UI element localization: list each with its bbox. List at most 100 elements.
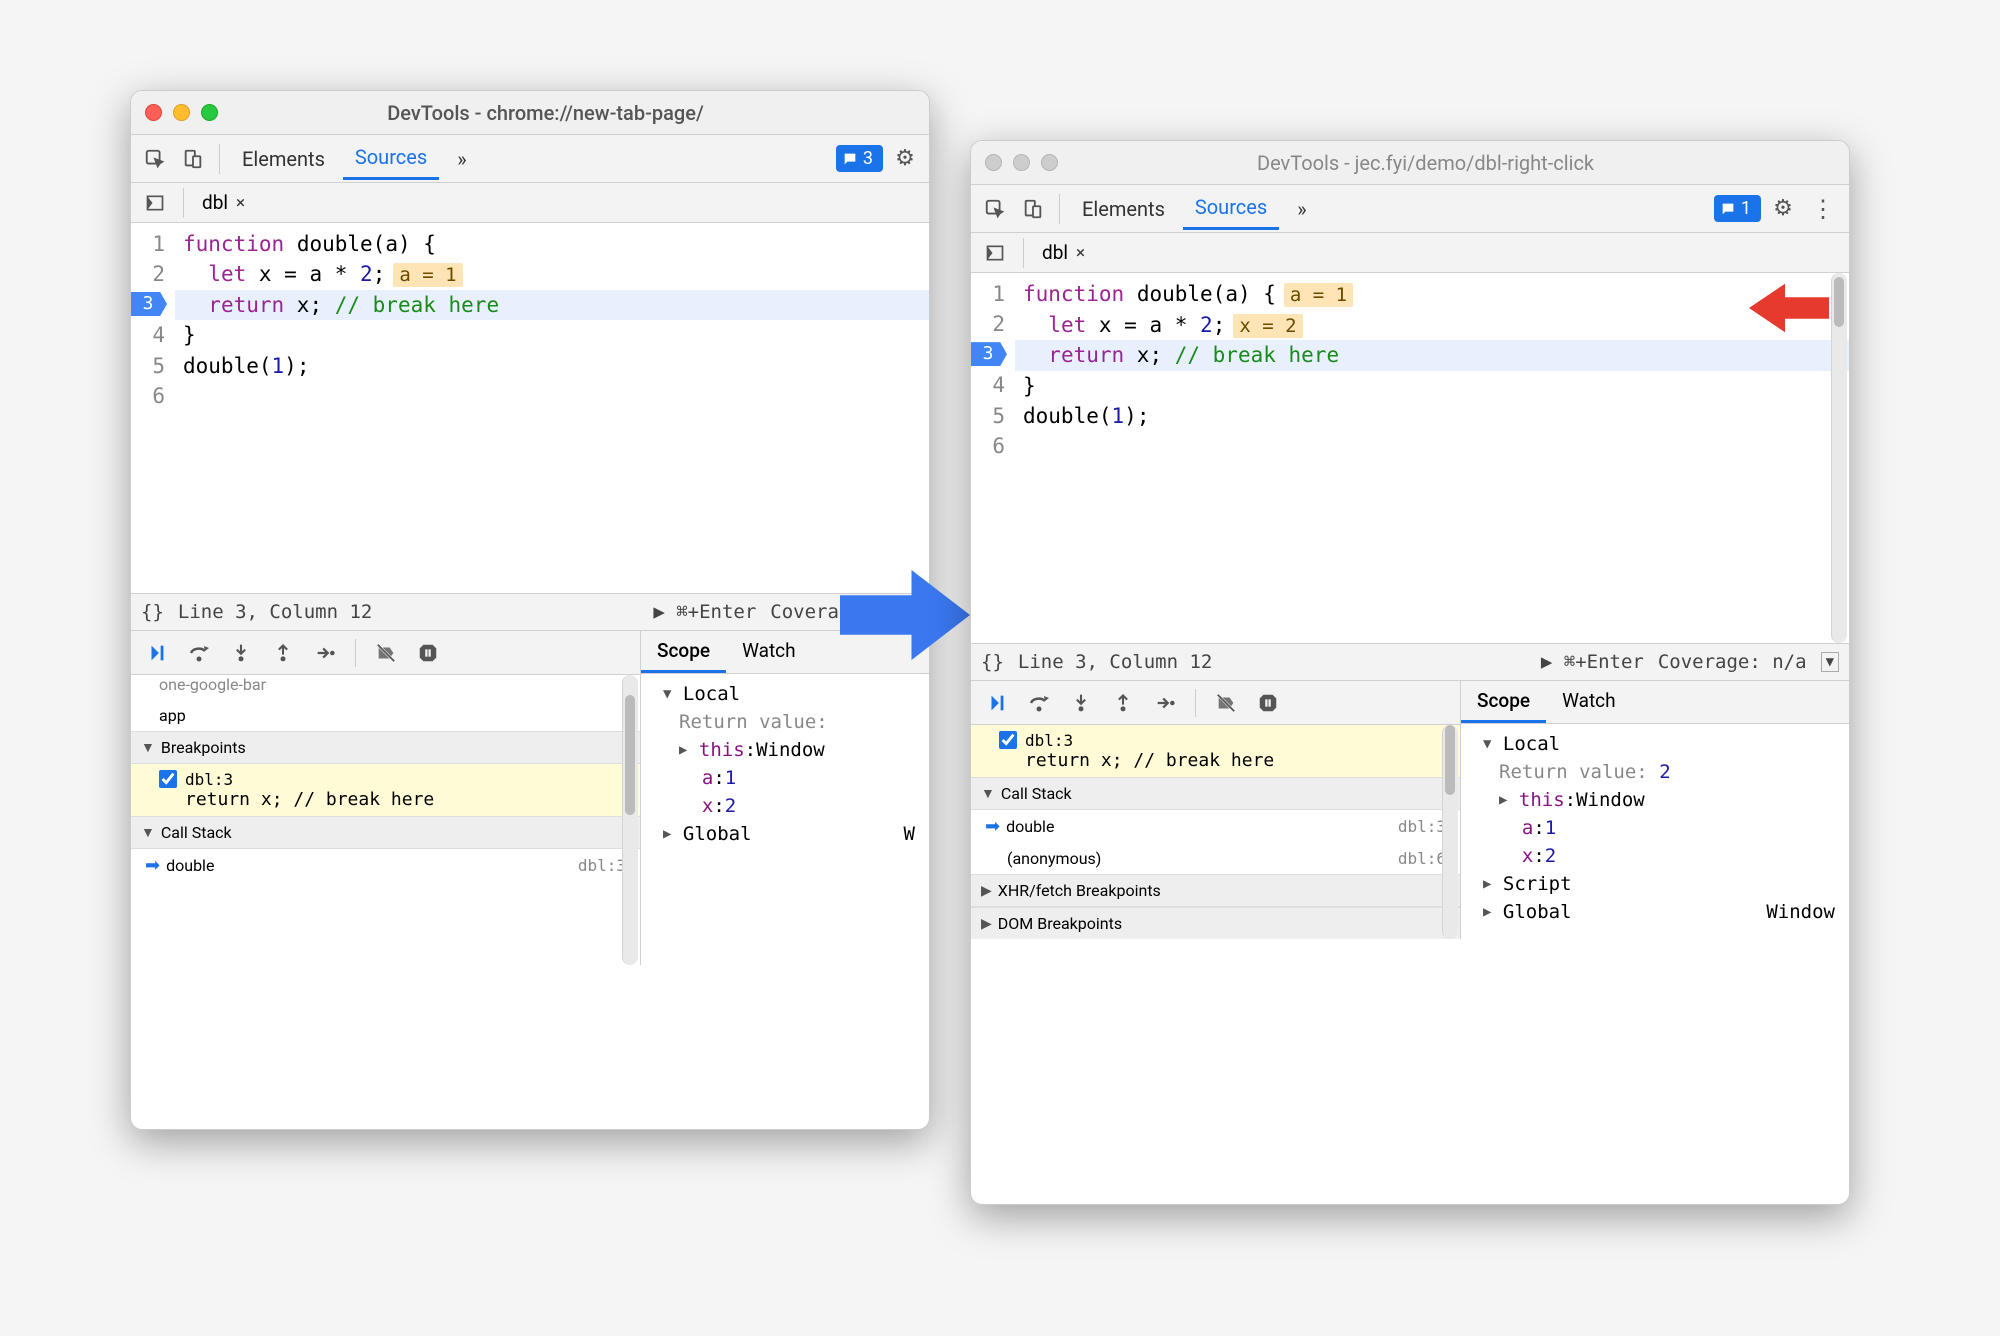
scope-local[interactable]: ▼ Local: [1465, 730, 1845, 758]
scope-this[interactable]: ▶ this: Window: [645, 736, 925, 764]
expand-icon[interactable]: ▼: [1821, 652, 1839, 672]
file-tab-dbl[interactable]: dbl ×: [196, 187, 251, 218]
callstack-header[interactable]: ▼ Call Stack: [131, 816, 640, 849]
code-editor[interactable]: 123456 function double(a) {a = 1 let x =…: [971, 273, 1849, 643]
tab-watch[interactable]: Watch: [726, 631, 812, 673]
window-title: DevTools - chrome://new-tab-page/: [236, 101, 915, 125]
tab-elements[interactable]: Elements: [1070, 189, 1177, 229]
chevron-right-icon: ▶: [1483, 876, 1491, 892]
deactivate-breakpoints-icon[interactable]: [1212, 689, 1240, 717]
inspect-icon[interactable]: [979, 193, 1011, 225]
gear-icon[interactable]: ⚙: [889, 143, 921, 175]
more-menu-icon[interactable]: ⋮: [1805, 195, 1841, 223]
line-number[interactable]: 1: [975, 279, 1005, 309]
line-number[interactable]: 6: [975, 431, 1005, 461]
device-icon[interactable]: [177, 143, 209, 175]
line-number[interactable]: 1: [135, 229, 165, 259]
gear-icon[interactable]: ⚙: [1767, 193, 1799, 225]
scrollbar[interactable]: [1442, 725, 1458, 939]
scrollbar[interactable]: [622, 675, 638, 965]
xhr-label: XHR/fetch Breakpoints: [998, 881, 1161, 900]
chevron-right-icon: ▶: [1499, 792, 1507, 808]
step-out-icon[interactable]: [269, 639, 297, 667]
tab-elements[interactable]: Elements: [230, 139, 337, 179]
minimize-icon[interactable]: [173, 104, 190, 121]
callstack-frame[interactable]: ➡double dbl:3: [971, 810, 1460, 843]
separator: [1023, 238, 1024, 268]
file-tab-dbl[interactable]: dbl ×: [1036, 237, 1091, 268]
minimize-icon[interactable]: [1013, 154, 1030, 171]
callstack-frame[interactable]: ➡double dbl:3: [131, 849, 640, 882]
line-number[interactable]: 4: [975, 370, 1005, 400]
scope-local[interactable]: ▼ Local: [645, 680, 925, 708]
scope-script[interactable]: ▶ Script: [1465, 870, 1845, 898]
callstack-frame[interactable]: (anonymous) dbl:6: [971, 843, 1460, 874]
resume-icon[interactable]: [143, 639, 171, 667]
device-icon[interactable]: [1017, 193, 1049, 225]
list-item: one-google-bar: [131, 675, 640, 700]
code-editor[interactable]: 123456 function double(a) { let x = a * …: [131, 223, 929, 593]
close-tab-icon[interactable]: ×: [236, 193, 245, 213]
pause-exceptions-icon[interactable]: [1254, 689, 1282, 717]
dom-label: DOM Breakpoints: [998, 914, 1122, 933]
frame-location: dbl:6: [1398, 849, 1446, 868]
chevron-down-icon: ▼: [1483, 736, 1491, 752]
scrollbar[interactable]: [1831, 273, 1847, 643]
line-number[interactable]: 6: [135, 381, 165, 411]
navigator-icon[interactable]: [139, 187, 171, 219]
line-number[interactable]: 2: [975, 309, 1005, 339]
step-icon[interactable]: [1151, 689, 1179, 717]
tab-sources[interactable]: Sources: [1183, 187, 1279, 230]
step-into-icon[interactable]: [1067, 689, 1095, 717]
xhr-breakpoints-header[interactable]: ▶ XHR/fetch Breakpoints: [971, 874, 1460, 907]
line-number[interactable]: 4: [135, 320, 165, 350]
tab-watch[interactable]: Watch: [1546, 681, 1632, 723]
scope-global[interactable]: ▶ GlobalW: [645, 820, 925, 848]
issues-badge[interactable]: 3: [836, 145, 883, 172]
line-number[interactable]: 5: [135, 351, 165, 381]
traffic-lights: [145, 104, 218, 121]
step-icon[interactable]: [311, 639, 339, 667]
tab-scope[interactable]: Scope: [1461, 681, 1546, 723]
code-line: }: [175, 320, 929, 350]
close-icon[interactable]: [985, 154, 1002, 171]
frame-location: dbl:3: [578, 856, 626, 875]
step-into-icon[interactable]: [227, 639, 255, 667]
tab-scope[interactable]: Scope: [641, 631, 726, 673]
breakpoint-item[interactable]: dbl:3 return x; // break here: [131, 764, 640, 816]
step-out-icon[interactable]: [1109, 689, 1137, 717]
breakpoint-checkbox[interactable]: [999, 731, 1017, 749]
callstack-header[interactable]: ▼ Call Stack: [971, 777, 1460, 810]
navigator-icon[interactable]: [979, 237, 1011, 269]
zoom-icon[interactable]: [201, 104, 218, 121]
step-over-icon[interactable]: [1025, 689, 1053, 717]
inspect-icon[interactable]: [139, 143, 171, 175]
breakpoint-checkbox[interactable]: [159, 770, 177, 788]
deactivate-breakpoints-icon[interactable]: [372, 639, 400, 667]
step-over-icon[interactable]: [185, 639, 213, 667]
dom-breakpoints-header[interactable]: ▶ DOM Breakpoints: [971, 907, 1460, 939]
format-icon[interactable]: {}: [981, 651, 1004, 673]
breakpoint-item[interactable]: dbl:3 return x; // break here: [971, 725, 1460, 777]
issues-badge[interactable]: 1: [1714, 195, 1761, 222]
close-tab-icon[interactable]: ×: [1076, 243, 1085, 263]
code-line: }: [1015, 371, 1849, 401]
breakpoint-marker-icon[interactable]: 3: [130, 292, 167, 316]
line-number[interactable]: 2: [135, 259, 165, 289]
tab-more[interactable]: »: [1285, 189, 1318, 229]
pause-exceptions-icon[interactable]: [414, 639, 442, 667]
breakpoint-marker-icon[interactable]: 3: [970, 342, 1007, 366]
close-icon[interactable]: [145, 104, 162, 121]
line-number[interactable]: 5: [975, 401, 1005, 431]
scope-global[interactable]: ▶ GlobalWindow: [1465, 898, 1845, 926]
list-item[interactable]: app: [131, 700, 640, 731]
tab-more[interactable]: »: [445, 139, 478, 179]
tab-sources[interactable]: Sources: [343, 137, 439, 180]
format-icon[interactable]: {}: [141, 601, 164, 623]
zoom-icon[interactable]: [1041, 154, 1058, 171]
breakpoints-header[interactable]: ▼ Breakpoints: [131, 731, 640, 764]
scope-var-a: a: 1: [1465, 814, 1845, 842]
scope-this[interactable]: ▶ this: Window: [1465, 786, 1845, 814]
titlebar: DevTools - jec.fyi/demo/dbl-right-click: [971, 141, 1849, 185]
resume-icon[interactable]: [983, 689, 1011, 717]
